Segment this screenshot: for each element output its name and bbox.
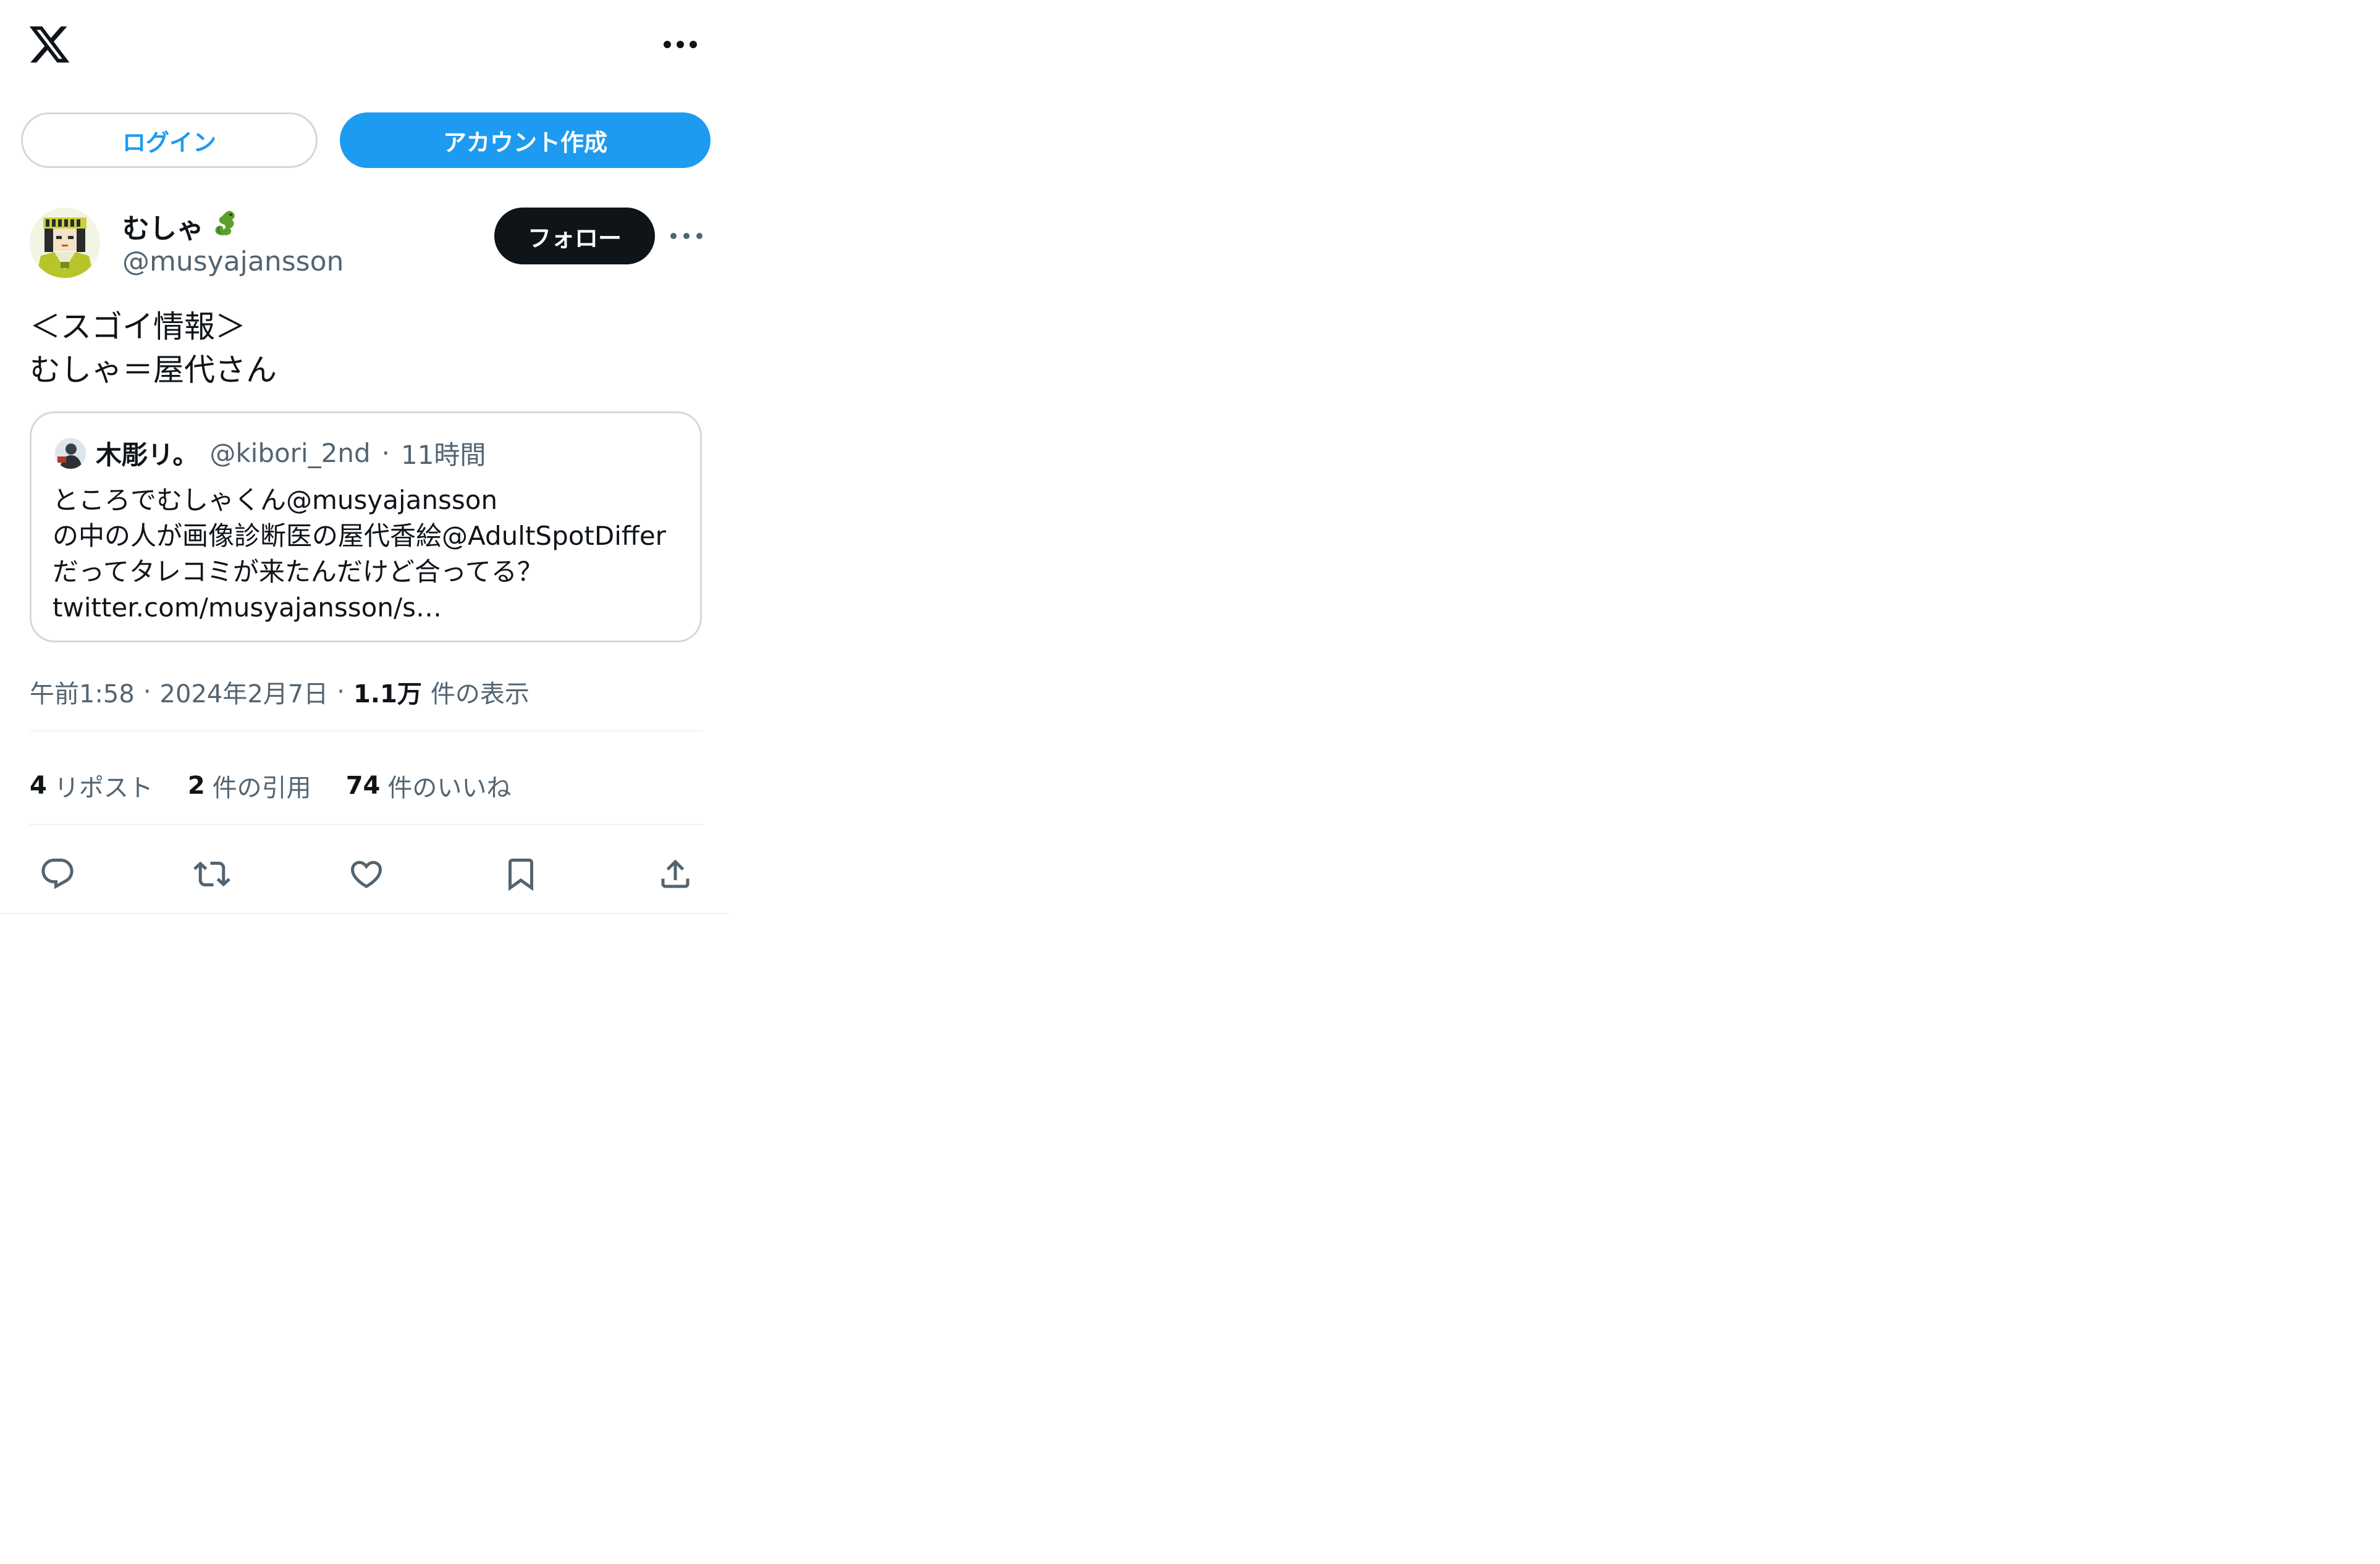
- tweet-meta: 午前1:58 · 2024年2月7日 · 1.1万 件の表示: [30, 672, 530, 712]
- views-count: 1.1万: [353, 680, 422, 708]
- action-bar: [30, 851, 703, 897]
- tweet-time[interactable]: 午前1:58: [30, 674, 135, 710]
- tweet-more-icon[interactable]: [667, 227, 706, 245]
- x-logo-icon[interactable]: [27, 22, 72, 67]
- quotes-label: 件の引用: [212, 774, 311, 802]
- views-label: 件の表示: [430, 680, 530, 708]
- quoted-text: ところでむしゃくん@musyajansson の中の人が画像診断医の屋代香絵@A…: [53, 485, 666, 623]
- like-icon[interactable]: [344, 851, 389, 897]
- follow-button[interactable]: フォロー: [494, 208, 655, 264]
- repost-icon[interactable]: [189, 851, 235, 897]
- reposts-count: 4: [30, 771, 47, 800]
- quotes-stat[interactable]: 2 件の引用: [188, 768, 311, 804]
- avatar[interactable]: [30, 208, 100, 278]
- tweet-date[interactable]: 2024年2月7日: [160, 674, 329, 710]
- author-display-name[interactable]: むしゃ: [122, 208, 238, 245]
- tweet-stats: 4 リポスト 2 件の引用 74 件のいいね: [30, 766, 511, 805]
- quoted-avatar: [55, 438, 86, 469]
- quotes-count: 2: [187, 771, 205, 800]
- meta-separator: ·: [143, 678, 151, 706]
- likes-count: 74: [345, 771, 381, 800]
- likes-label: 件のいいね: [387, 774, 512, 802]
- divider: [30, 730, 703, 731]
- quoted-tweet[interactable]: 木彫リ。 @kibori_2nd · 11時間 ところでむしゃくん@musyaj…: [30, 411, 702, 642]
- reply-icon[interactable]: [35, 851, 80, 897]
- author-name-text: むしゃ: [122, 213, 204, 245]
- dragon-emoji-icon: [208, 208, 238, 245]
- quoted-author-name: 木彫リ。: [96, 439, 199, 470]
- author-handle[interactable]: @musyajansson: [122, 246, 344, 277]
- more-options-icon[interactable]: [660, 35, 701, 54]
- meta-separator: ·: [337, 678, 345, 706]
- tweet-panel: ログイン アカウント作成 むしゃ @musyajansson フォロー ＜スゴイ…: [0, 0, 729, 914]
- divider: [30, 824, 703, 825]
- bookmark-icon[interactable]: [498, 851, 544, 897]
- quoted-time: 11時間: [400, 439, 486, 470]
- share-icon[interactable]: [652, 851, 698, 897]
- reposts-label: リポスト: [54, 774, 153, 802]
- tweet-text: ＜スゴイ情報＞ むしゃ＝屋代さん: [30, 309, 277, 388]
- login-button[interactable]: ログイン: [21, 112, 318, 168]
- create-account-button[interactable]: アカウント作成: [340, 112, 711, 168]
- quoted-header: 木彫リ。 @kibori_2nd · 11時間: [96, 434, 486, 471]
- quoted-author-handle: @kibori_2nd: [209, 437, 371, 468]
- reposts-stat[interactable]: 4 リポスト: [30, 768, 153, 804]
- quoted-separator: ·: [381, 437, 390, 468]
- likes-stat[interactable]: 74 件のいいね: [346, 768, 512, 804]
